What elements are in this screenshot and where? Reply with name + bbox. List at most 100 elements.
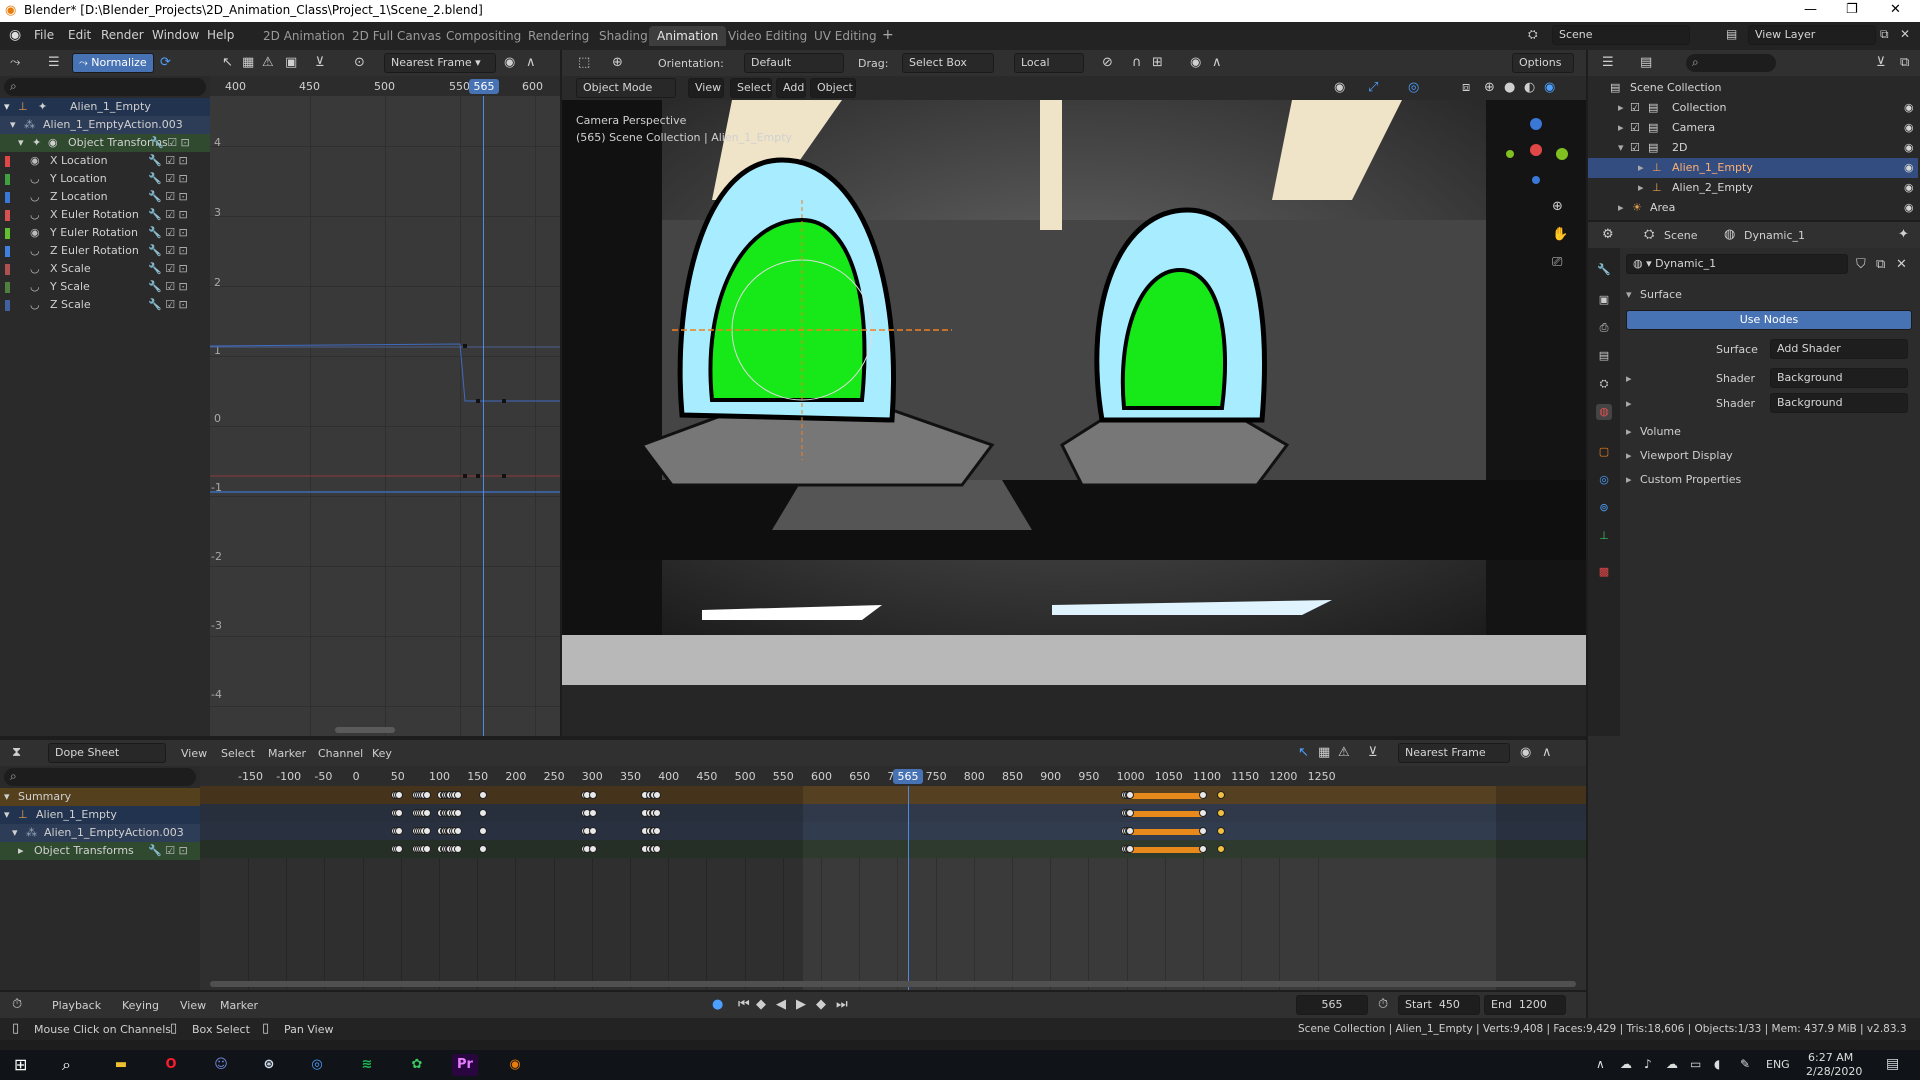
visibility-icon[interactable]: ◡ bbox=[30, 296, 40, 314]
transform-gizmo-icon[interactable]: ⊕ bbox=[612, 56, 623, 70]
clock-time[interactable]: 6:27 AM bbox=[1808, 1051, 1853, 1064]
keyframe[interactable] bbox=[588, 845, 597, 853]
visibility-icon[interactable]: ◡ bbox=[30, 206, 40, 224]
data-tab-icon[interactable]: ⊥ bbox=[1596, 528, 1612, 544]
outliner-item-camera[interactable]: ▸ ☑ ▤ Camera ◉ bbox=[1588, 118, 1918, 138]
menu-edit[interactable]: Edit bbox=[68, 28, 91, 42]
dopesheet-channel-menu[interactable]: Channel bbox=[318, 747, 363, 760]
add-workspace-icon[interactable]: + bbox=[882, 27, 894, 43]
viewport-3d[interactable]: Object Mode View Select Add Object ◉ ⤢ ◎… bbox=[562, 76, 1586, 736]
add-menu[interactable]: Add bbox=[776, 78, 806, 98]
pin-icon[interactable]: ▣ bbox=[285, 56, 297, 70]
jump-start-icon[interactable]: ⏮ bbox=[738, 998, 750, 1012]
use-nodes-button[interactable]: Use Nodes bbox=[1626, 310, 1912, 330]
keying-menu[interactable]: Keying bbox=[122, 999, 159, 1012]
channel-object[interactable]: ▾ ⊥ ✦ Alien_1_Empty bbox=[0, 98, 210, 116]
play-icon[interactable]: ▶ bbox=[796, 998, 806, 1012]
channel-tools[interactable]: 🔧 ☑ ⊡ bbox=[148, 170, 188, 188]
channel-tools[interactable]: 🔧 ☑ ⊡ bbox=[148, 242, 188, 260]
keyframe[interactable] bbox=[422, 791, 431, 799]
hamburger-icon[interactable]: ☰ bbox=[48, 56, 60, 70]
display-mode-icon[interactable]: ▤ bbox=[1640, 56, 1652, 70]
wireframe-icon[interactable]: ⊕ bbox=[1484, 81, 1495, 95]
select-cursor-icon[interactable]: ↖ bbox=[222, 56, 233, 70]
filter-icon[interactable]: ⊻ bbox=[1368, 746, 1378, 760]
tab-2d-animation[interactable]: 2D Animation bbox=[255, 26, 353, 46]
filter-icon[interactable]: ⊻ bbox=[1876, 56, 1886, 70]
channel-summary[interactable]: ▾ Summary bbox=[0, 788, 200, 806]
eye-icon[interactable]: ◉ bbox=[1904, 178, 1914, 198]
file-explorer-icon[interactable]: ▬ bbox=[108, 1054, 134, 1076]
modifier-tab-icon[interactable]: ◎ bbox=[1596, 472, 1612, 488]
texture-tab-icon[interactable]: ▩ bbox=[1596, 564, 1612, 580]
keyframe[interactable] bbox=[394, 791, 403, 799]
eye-icon[interactable]: ◉ bbox=[30, 152, 40, 170]
outliner-item-2d[interactable]: ▾ ☑ ▤ 2D ◉ bbox=[1588, 138, 1918, 158]
discord-icon[interactable]: ☺ bbox=[208, 1054, 234, 1076]
keyframe[interactable] bbox=[652, 791, 661, 799]
channel-tools[interactable]: 🔧 ☑ ⊡ bbox=[148, 188, 188, 206]
filter-icon[interactable]: ⊻ bbox=[315, 56, 325, 70]
tab-2d-full-canvas[interactable]: 2D Full Canvas bbox=[344, 26, 449, 46]
view-layer-tab-icon[interactable]: ▤ bbox=[1596, 348, 1612, 364]
fcurve-channel[interactable]: ◉ X Location 🔧 ☑ ⊡ bbox=[0, 152, 210, 170]
dopesheet-view-menu[interactable]: View bbox=[181, 747, 207, 760]
channel-tools[interactable]: 🔧 ☑ ⊡ bbox=[148, 278, 188, 296]
viewport-display-section-header[interactable]: Viewport Display bbox=[1640, 449, 1733, 462]
chrome-icon[interactable]: ◎ bbox=[304, 1054, 330, 1076]
snap-dropdown[interactable]: Nearest Frame ▾ bbox=[384, 53, 496, 73]
channel-action[interactable]: ▾ ⁂ Alien_1_EmptyAction.003 bbox=[0, 824, 200, 842]
shader-field-2[interactable]: Background bbox=[1770, 393, 1908, 413]
zoom-icon[interactable]: ⊕ bbox=[1552, 200, 1563, 214]
keyframe[interactable] bbox=[394, 845, 403, 853]
fake-user-icon[interactable]: ⛉ bbox=[1856, 258, 1866, 272]
channel-tools[interactable]: 🔧 ☑ ⊡ bbox=[148, 224, 188, 242]
start-frame-field[interactable]: Start 450 bbox=[1398, 995, 1480, 1015]
keyframe[interactable] bbox=[394, 827, 403, 835]
material-preview-icon[interactable]: ◐ bbox=[1524, 81, 1535, 95]
scene-tab-icon[interactable]: ⛭ bbox=[1596, 376, 1612, 392]
tab-rendering[interactable]: Rendering bbox=[520, 26, 597, 46]
overlay-icon[interactable]: ◎ bbox=[1408, 81, 1419, 95]
clock-date[interactable]: 2/28/2020 bbox=[1806, 1065, 1862, 1078]
fcurve-channel[interactable]: ◡ Y Location 🔧 ☑ ⊡ bbox=[0, 170, 210, 188]
graph-area[interactable]: 400 450 500 550 600 4 3 2 1 0 -1 -2 -3 -… bbox=[210, 76, 560, 736]
surface-value-field[interactable]: Add Shader bbox=[1770, 339, 1908, 359]
fcurve-channel[interactable]: ◡ Y Scale 🔧 ☑ ⊡ bbox=[0, 278, 210, 296]
custom-properties-section-header[interactable]: Custom Properties bbox=[1640, 473, 1741, 486]
menu-help[interactable]: Help bbox=[207, 28, 234, 42]
unlink-icon[interactable]: ✕ bbox=[1896, 258, 1907, 272]
outliner-item-alien-1[interactable]: ▸ ⊥ Alien_1_Empty ◉ bbox=[1588, 158, 1918, 178]
refresh-icon[interactable]: ⟳ bbox=[160, 56, 171, 70]
channel-group[interactable]: ▾ ✦ ◉ Object Transforms 🔧 ☑ ⊡ bbox=[0, 134, 210, 152]
group-tools[interactable]: 🔧 ☑ ⊡ bbox=[148, 842, 188, 860]
scene-selector[interactable]: Scene bbox=[1552, 25, 1690, 45]
blender-menu-icon[interactable]: ◉ bbox=[9, 27, 21, 43]
tray-chevron-icon[interactable]: ∧ bbox=[1596, 1057, 1605, 1071]
eye-icon[interactable]: ◉ bbox=[30, 224, 40, 242]
select-menu[interactable]: Select bbox=[730, 78, 772, 98]
proportional-icon[interactable]: ◉ bbox=[1190, 56, 1201, 70]
keyframe[interactable] bbox=[652, 845, 661, 853]
auto-keying-icon[interactable]: ● bbox=[712, 998, 723, 1012]
editor-type-icon[interactable]: ⤳ bbox=[10, 56, 20, 70]
current-frame-field[interactable]: 565 bbox=[1296, 995, 1368, 1015]
new-collection-icon[interactable]: ⧉ bbox=[1900, 56, 1909, 70]
keyframe[interactable] bbox=[422, 809, 431, 817]
editor-type-icon[interactable]: ⬚ bbox=[578, 56, 590, 70]
play-reverse-icon[interactable]: ◀ bbox=[776, 998, 786, 1012]
windows-start-icon[interactable]: ⊞ bbox=[14, 1055, 27, 1074]
fcurve-channel[interactable]: ◡ Z Euler Rotation 🔧 ☑ ⊡ bbox=[0, 242, 210, 260]
menu-window[interactable]: Window bbox=[152, 28, 199, 42]
warning-icon[interactable]: ⚠ bbox=[1338, 746, 1350, 760]
eye-icon[interactable]: ◉ bbox=[1904, 138, 1914, 158]
editor-type-icon[interactable]: ☰ bbox=[1602, 56, 1614, 70]
visibility-icon[interactable]: ◡ bbox=[30, 188, 40, 206]
channel-search-input[interactable]: ⌕ bbox=[4, 768, 196, 786]
shader-field-1[interactable]: Background bbox=[1770, 368, 1908, 388]
krita-icon[interactable]: ✿ bbox=[404, 1054, 430, 1076]
preview-range-icon[interactable]: ⏱ bbox=[1378, 998, 1388, 1012]
remove-layer-icon[interactable]: ✕ bbox=[1900, 27, 1910, 41]
fcurve-channel[interactable]: ◡ Z Scale 🔧 ☑ ⊡ bbox=[0, 296, 210, 314]
editor-type-icon[interactable]: ⏱ bbox=[12, 998, 22, 1012]
